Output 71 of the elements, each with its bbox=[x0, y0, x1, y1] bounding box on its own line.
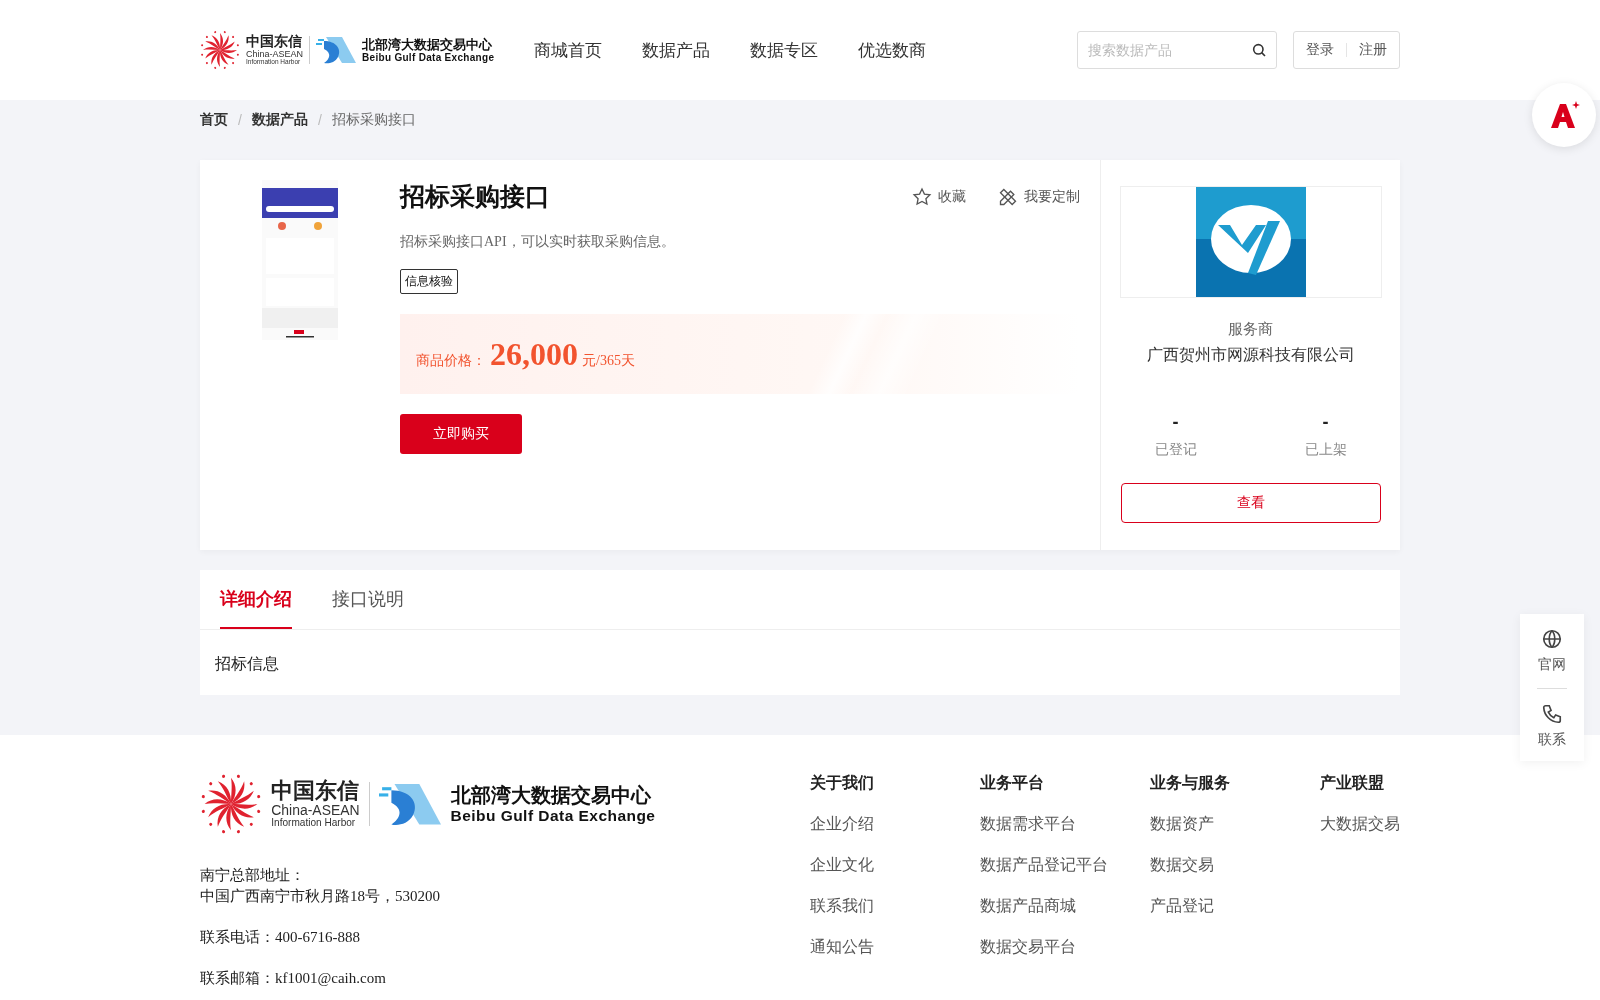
footer-heading: 业务与服务 bbox=[1150, 773, 1231, 793]
pencil-ruler-icon bbox=[998, 186, 1018, 207]
nav-link[interactable]: 数据专区 bbox=[750, 38, 819, 62]
nav-link[interactable]: 商城首页 bbox=[534, 38, 603, 62]
footer-link[interactable]: 大数据交易 bbox=[1320, 814, 1400, 835]
footer-link[interactable]: 企业文化 bbox=[810, 855, 980, 876]
footer-link[interactable]: 数据交易 bbox=[1150, 855, 1320, 876]
search-icon[interactable] bbox=[1251, 42, 1267, 58]
provider-name: 广西贺州市网源科技有限公司 bbox=[1146, 345, 1355, 365]
nav-link[interactable]: 优选数商 bbox=[858, 38, 927, 62]
stat-label: 已上架 bbox=[1304, 441, 1347, 459]
email-text: 联系邮箱：kf1001@caih.com bbox=[200, 969, 387, 988]
logo-text: China-ASEAN bbox=[271, 804, 360, 819]
tab[interactable]: 接口说明 bbox=[332, 570, 404, 629]
phone-icon bbox=[1541, 703, 1563, 725]
breadcrumb-separator: / bbox=[238, 112, 242, 128]
pinwheel-logo-icon bbox=[200, 773, 262, 835]
auth-link[interactable]: 注册 bbox=[1359, 41, 1387, 59]
footer-link[interactable]: 数据资产 bbox=[1150, 814, 1320, 835]
customize-link[interactable]: 我要定制 bbox=[998, 186, 1080, 207]
address-text: 中国广西南宁市秋月路18号，530200 bbox=[200, 887, 441, 906]
footer-link[interactable]: 企业介绍 bbox=[810, 814, 980, 835]
logo-text: 北部湾大数据交易中心 bbox=[450, 784, 652, 805]
breadcrumb-link[interactable]: 数据产品 bbox=[251, 111, 308, 129]
product-description: 招标采购接口API，可以实时获取采购信息。 bbox=[400, 233, 676, 251]
footer-link[interactable]: 数据需求平台 bbox=[980, 814, 1150, 835]
provider-role: 服务商 bbox=[1228, 320, 1273, 339]
exchange-logo-icon bbox=[316, 35, 357, 65]
footer-link[interactable]: 数据产品登记平台 bbox=[980, 855, 1150, 876]
breadcrumb-link[interactable]: 首页 bbox=[200, 111, 228, 129]
footer-heading: 关于我们 bbox=[810, 773, 875, 793]
logo-text: Information Harbor bbox=[271, 818, 357, 829]
tag: 信息核验 bbox=[400, 269, 458, 294]
price-unit: 元/365天 bbox=[582, 352, 635, 370]
favorite-link[interactable]: 收藏 bbox=[912, 186, 966, 207]
footer-link[interactable]: 产品登记 bbox=[1150, 896, 1320, 917]
buy-button[interactable]: 立即购买 bbox=[400, 414, 522, 454]
stat-value: - bbox=[1172, 412, 1179, 433]
breadcrumb-link[interactable]: 招标采购接口 bbox=[331, 111, 416, 129]
footer-link[interactable]: 数据交易平台 bbox=[980, 937, 1150, 958]
phone-text: 联系电话：400-6716-888 bbox=[200, 928, 361, 947]
logo-text: Beibu Gulf Data Exchange bbox=[450, 807, 656, 824]
logo-text: 北部湾大数据交易中心 bbox=[362, 37, 494, 51]
stat-value: - bbox=[1322, 412, 1329, 433]
stat-label: 已登记 bbox=[1154, 441, 1197, 459]
footer-link[interactable]: 通知公告 bbox=[810, 937, 980, 958]
nav-link[interactable]: 数据产品 bbox=[642, 38, 711, 62]
tab[interactable]: 详细介绍 bbox=[220, 570, 292, 629]
view-button[interactable]: 查看 bbox=[1120, 483, 1381, 523]
product-title: 招标采购接口 bbox=[400, 181, 550, 212]
price-amount: 26,000 bbox=[490, 336, 578, 373]
auth-link[interactable]: 登录 bbox=[1306, 41, 1334, 59]
star-icon bbox=[912, 186, 932, 207]
contact-link[interactable]: 联系 bbox=[1538, 689, 1566, 749]
footer-link[interactable]: 联系我们 bbox=[810, 896, 980, 917]
logo-text: China-ASEAN bbox=[246, 50, 304, 60]
search-field[interactable]: 搜索数据产品 bbox=[1077, 31, 1277, 69]
logo-text: 中国东信 bbox=[271, 779, 360, 802]
logo-text: Beibu Gulf Data Exchange bbox=[362, 52, 495, 63]
provider-logo-icon bbox=[1195, 187, 1306, 297]
footer-link[interactable]: 数据产品商城 bbox=[980, 896, 1150, 917]
breadcrumb-separator: / bbox=[317, 112, 322, 128]
globe-icon bbox=[1541, 628, 1563, 650]
footer-heading: 产业联盟 bbox=[1320, 773, 1385, 793]
pinwheel-logo-icon bbox=[200, 30, 240, 70]
tab-content: 招标信息 bbox=[214, 654, 280, 674]
footer-heading: 业务平台 bbox=[980, 773, 1045, 793]
logo-text: 中国东信 bbox=[246, 34, 303, 49]
address-label: 南宁总部地址： bbox=[200, 866, 306, 885]
price-label: 商品价格： bbox=[416, 352, 486, 370]
website-link[interactable]: 官网 bbox=[1538, 614, 1566, 674]
